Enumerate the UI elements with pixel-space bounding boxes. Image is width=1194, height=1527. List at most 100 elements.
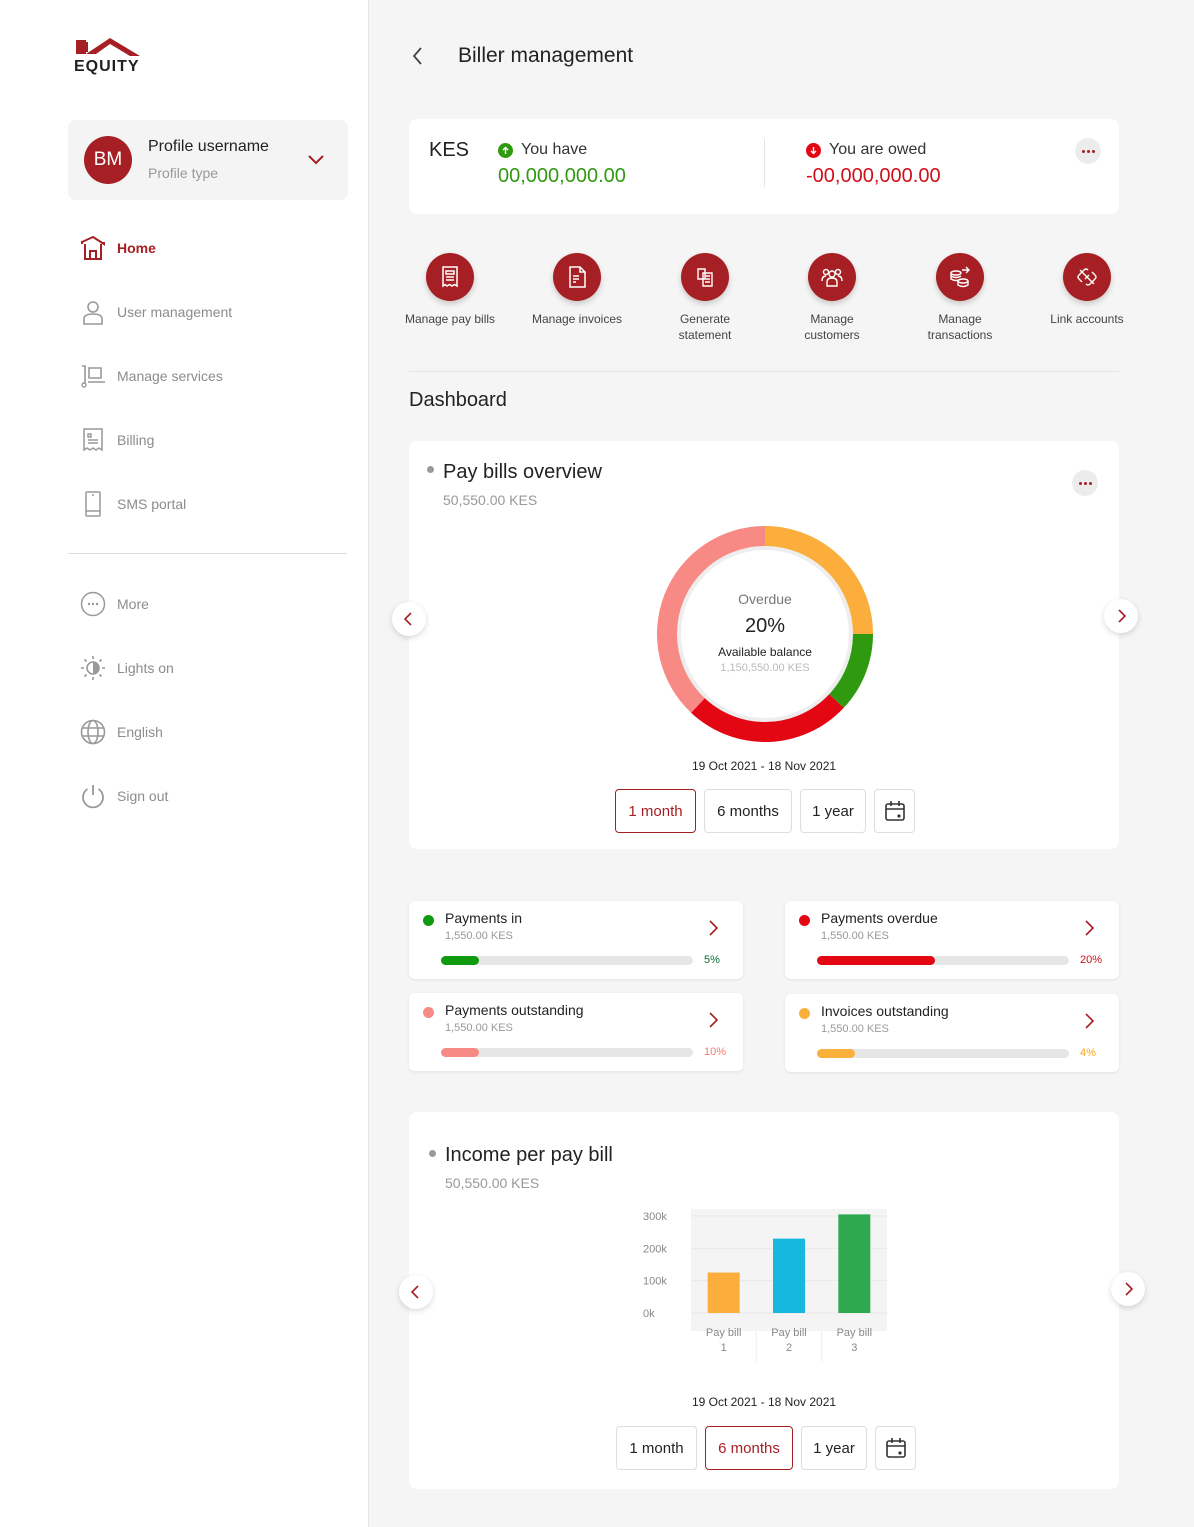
- action-label: Manage customers: [804, 312, 860, 342]
- income-prev-button[interactable]: [399, 1275, 433, 1309]
- overview-date-range: 19 Oct 2021 - 18 Nov 2021: [691, 759, 837, 773]
- sidebar-divider: [68, 553, 347, 554]
- stat-card-payments-in[interactable]: Payments in 1,550.00 KES 5%: [409, 901, 743, 979]
- sidebar-item-label: More: [117, 596, 149, 612]
- stat-title: Invoices outstanding: [821, 1003, 949, 1019]
- chevron-right-icon: [1085, 1013, 1095, 1029]
- receipt-icon: [442, 266, 458, 288]
- currency-label: KES: [429, 139, 470, 161]
- donut-center-amount: 1,150,550.00 KES: [720, 662, 810, 674]
- you-are-owed-value: -00,000,000.00: [806, 165, 941, 187]
- income-date-range: 19 Oct 2021 - 18 Nov 2021: [691, 1395, 837, 1409]
- page-title: Biller management: [458, 44, 634, 67]
- stat-amount: 1,550.00 KES: [445, 1022, 513, 1034]
- phone-icon: [85, 491, 101, 517]
- stat-title: Payments overdue: [821, 910, 938, 926]
- section-divider: [409, 371, 1119, 372]
- balance-card: KES You have 00,000,000.00 You are owed …: [409, 119, 1119, 214]
- logo-text: EQUITY: [74, 58, 140, 75]
- balance-divider: [764, 139, 765, 187]
- calendar-button[interactable]: [875, 1426, 916, 1470]
- status-dot: [799, 1008, 810, 1019]
- income-next-button[interactable]: [1111, 1272, 1145, 1306]
- home-icon: [81, 235, 105, 260]
- range-6-months-button[interactable]: 6 months: [705, 1426, 793, 1470]
- pay-bills-overview-card: Pay bills overview 50,550.00 KES Overdue…: [409, 441, 1119, 849]
- sidebar-item-user-management[interactable]: User management: [80, 297, 232, 327]
- action-manage-invoices[interactable]: Manage invoices: [527, 253, 627, 327]
- progress-track: [817, 1049, 1069, 1058]
- stat-card-payments-overdue[interactable]: Payments overdue 1,550.00 KES 20%: [785, 901, 1119, 979]
- sidebar-item-lights-on[interactable]: Lights on: [80, 653, 174, 683]
- stat-card-invoices-outstanding[interactable]: Invoices outstanding 1,550.00 KES 4%: [785, 994, 1119, 1072]
- stat-card-payments-outstanding[interactable]: Payments outstanding 1,550.00 KES 10%: [409, 993, 743, 1071]
- chevron-down-icon[interactable]: [306, 150, 326, 170]
- status-dot: [423, 1007, 434, 1018]
- brightness-icon: [81, 656, 105, 680]
- section-bullet: [429, 1150, 436, 1157]
- action-label: Manage transactions: [927, 312, 993, 342]
- statement-icon: [697, 268, 713, 287]
- y-tick-label: 300k: [643, 1211, 667, 1223]
- avatar: BM: [84, 136, 132, 184]
- progress-fill: [817, 956, 936, 965]
- income-amount: 50,550.00 KES: [445, 1175, 540, 1191]
- sidebar-item-label: Billing: [117, 432, 155, 448]
- sidebar-item-sms-portal[interactable]: SMS portal: [80, 489, 186, 519]
- trolley-icon: [81, 365, 105, 388]
- dashboard-title: Dashboard: [409, 389, 507, 411]
- range-1-month-button[interactable]: 1 month: [616, 1426, 697, 1470]
- status-dot: [423, 915, 434, 926]
- sidebar-item-sign-out[interactable]: Sign out: [80, 781, 168, 811]
- you-have-block: You have 00,000,000.00: [498, 141, 626, 188]
- overview-next-button[interactable]: [1104, 599, 1138, 633]
- globe-icon: [80, 719, 106, 745]
- sidebar-item-label: Sign out: [117, 788, 169, 804]
- sidebar-item-home[interactable]: Home: [80, 233, 156, 263]
- sidebar-item-billing[interactable]: Billing: [80, 425, 154, 455]
- range-1-year-button[interactable]: 1 year: [801, 1426, 867, 1470]
- progress-track: [817, 956, 1069, 965]
- progress-track: [441, 956, 693, 965]
- stat-title: Payments in: [445, 910, 523, 926]
- progress-fill: [441, 956, 479, 965]
- sidebar-item-label: Home: [117, 240, 156, 256]
- progress-fill: [441, 1048, 479, 1057]
- back-arrow-icon[interactable]: [408, 44, 428, 68]
- customers-icon: [821, 268, 843, 287]
- profile-switcher[interactable]: BM Profile username Profile type: [68, 120, 348, 200]
- you-are-owed-block: You are owed -00,000,000.00: [806, 141, 941, 188]
- document-icon: [569, 266, 586, 288]
- overview-more-button[interactable]: [1072, 470, 1098, 496]
- action-manage-transactions[interactable]: Manage transactions: [910, 253, 1010, 343]
- chevron-right-icon: [1118, 609, 1127, 623]
- coins-transfer-icon: [950, 266, 970, 288]
- x-tick-label: Pay bill 2: [771, 1327, 806, 1354]
- sidebar-item-language[interactable]: English: [80, 717, 163, 747]
- chevron-right-icon: [1085, 920, 1095, 936]
- range-6-months-button[interactable]: 6 months: [704, 789, 792, 833]
- action-generate-statement[interactable]: Generate statement: [655, 253, 755, 343]
- range-1-year-button[interactable]: 1 year: [800, 789, 866, 833]
- progress-track: [441, 1048, 693, 1057]
- chevron-left-icon: [403, 612, 412, 626]
- range-1-month-button[interactable]: 1 month: [615, 789, 696, 833]
- action-manage-pay-bills[interactable]: Manage pay bills: [400, 253, 500, 327]
- sidebar-item-manage-services[interactable]: Manage services: [80, 361, 223, 391]
- action-label: Generate statement: [678, 312, 732, 342]
- y-tick-label: 200k: [643, 1243, 667, 1255]
- sidebar-item-more[interactable]: More: [80, 589, 149, 619]
- calendar-button[interactable]: [874, 789, 915, 833]
- sidebar-item-label: Manage services: [117, 368, 223, 384]
- bar-pay-bill-1: [707, 1272, 740, 1313]
- equity-logo[interactable]: EQUITY: [74, 34, 144, 78]
- sidebar: EQUITY BM Profile username Profile type …: [0, 0, 369, 1527]
- balance-more-button[interactable]: [1075, 138, 1101, 164]
- action-manage-customers[interactable]: Manage customers: [782, 253, 882, 343]
- more-circle-icon: [80, 591, 106, 617]
- action-link-accounts[interactable]: Link accounts: [1037, 253, 1137, 327]
- progress-fill: [817, 1049, 855, 1058]
- overview-prev-button[interactable]: [392, 602, 426, 636]
- stat-amount: 1,550.00 KES: [821, 930, 889, 942]
- you-have-label: You have: [521, 141, 588, 158]
